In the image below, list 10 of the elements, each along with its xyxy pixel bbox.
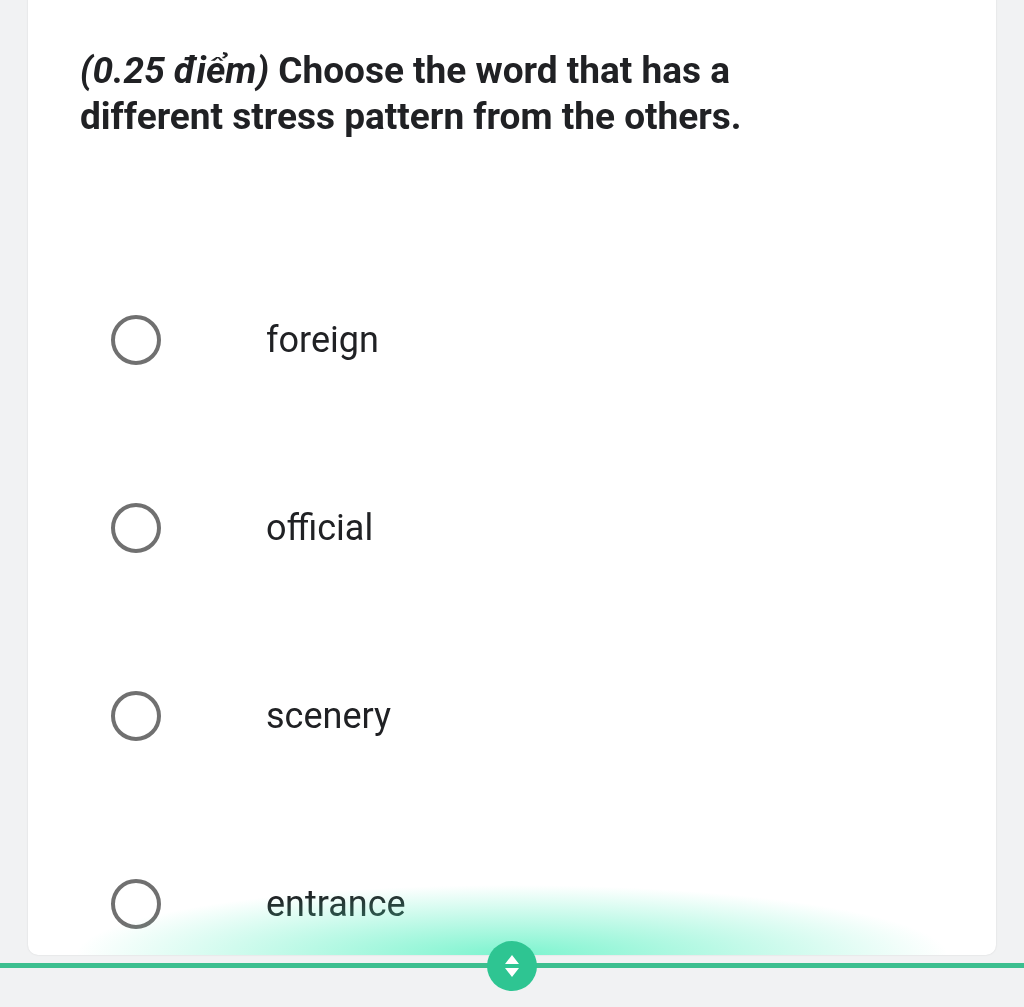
radio-button[interactable] [111,503,161,553]
option-label[interactable]: entrance [266,883,406,925]
option-label[interactable]: scenery [266,695,392,737]
radio-button[interactable] [111,691,161,741]
question-text: (0.25 điểm) Choose the word that has a different stress pattern from the others. [80,48,743,140]
radio-button[interactable] [111,879,161,929]
resize-handle-icon[interactable] [487,941,537,991]
option-label[interactable]: foreign [266,319,379,361]
option-label[interactable]: official [266,507,374,549]
radio-button[interactable] [111,315,161,365]
